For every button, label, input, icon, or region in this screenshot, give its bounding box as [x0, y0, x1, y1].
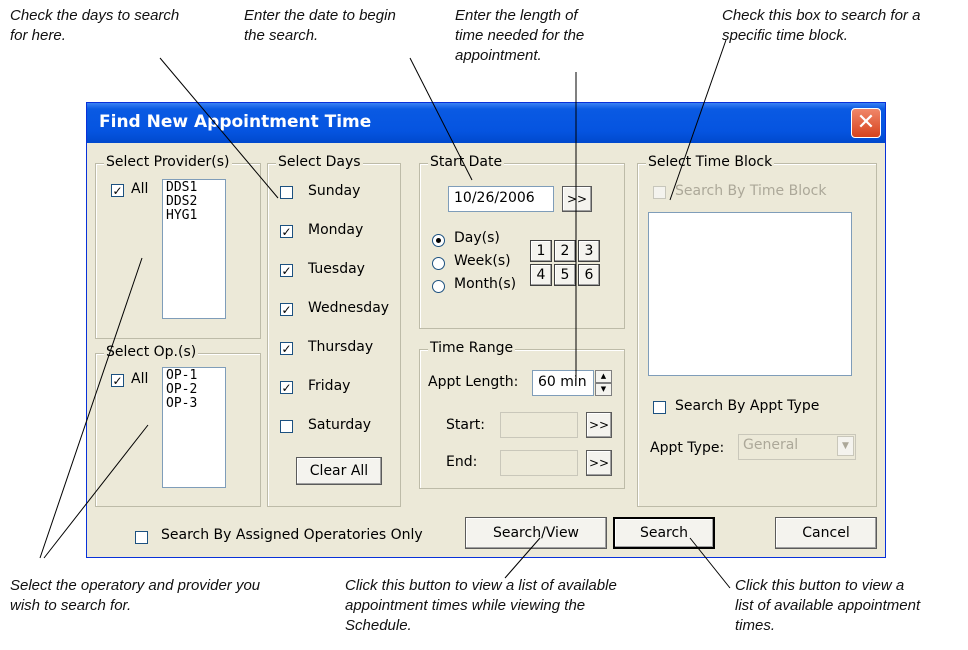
appt-type-label: Appt Type:	[650, 440, 725, 456]
operatory-list[interactable]: OP-1 OP-2 OP-3	[162, 367, 226, 488]
number-button-5[interactable]: 5	[554, 264, 576, 286]
day-wednesday-label: Wednesday	[308, 300, 390, 316]
time-block-group: Select Time Block Search By Time Block S…	[637, 154, 877, 507]
annotation-check-days: Check the days to search for here.	[10, 7, 180, 44]
time-block-legend: Select Time Block	[646, 154, 775, 170]
appt-length-input[interactable]: 60 min	[532, 370, 594, 396]
day-wednesday-checkbox[interactable]: ✓	[280, 303, 293, 316]
appt-type-select: General ▼	[738, 434, 856, 460]
annotation-time-block: Check this box to search for a specific t…	[722, 7, 921, 44]
list-item[interactable]: DDS2	[166, 195, 222, 209]
end-time-label: End:	[446, 454, 478, 470]
day-friday-checkbox[interactable]: ✓	[280, 381, 293, 394]
title-bar[interactable]: Find New Appointment Time ✕	[87, 103, 885, 143]
days-legend: Select Days	[276, 154, 363, 170]
appt-length-down-icon[interactable]: ▼	[595, 383, 612, 396]
day-sunday-checkbox[interactable]	[280, 186, 293, 199]
list-item[interactable]: HYG1	[166, 209, 222, 223]
search-view-button[interactable]: Search/View	[465, 517, 607, 549]
number-button-4[interactable]: 4	[530, 264, 552, 286]
find-appointment-dialog: Find New Appointment Time ✕ Select Provi…	[86, 102, 886, 558]
appt-length-up-icon[interactable]: ▲	[595, 370, 612, 383]
provider-list[interactable]: DDS1 DDS2 HYG1	[162, 179, 226, 319]
assigned-operatories-checkbox[interactable]	[135, 531, 148, 544]
annotation-appointment-length: Enter the length of time needed for the ap…	[455, 7, 585, 64]
list-item[interactable]: OP-2	[166, 383, 222, 397]
day-monday-checkbox[interactable]: ✓	[280, 225, 293, 238]
providers-all-checkbox[interactable]: ✓	[111, 184, 124, 197]
unit-day-label: Day(s)	[454, 230, 500, 246]
days-group: Select Days Sunday ✓ Monday ✓ Tuesday ✓ Wednes…	[267, 154, 401, 507]
start-time-label: Start:	[446, 417, 485, 433]
search-by-appt-type-checkbox[interactable]	[653, 401, 666, 414]
annotation-start-date: Enter the date to begin the search.	[244, 7, 396, 44]
annotation-search-view: Click this button to view a list of avai…	[345, 577, 617, 634]
appt-type-value: General	[743, 437, 799, 453]
search-by-appt-type-label: Search By Appt Type	[675, 398, 820, 414]
providers-group: Select Provider(s) ✓ All DDS1 DDS2 HYG1	[95, 154, 261, 339]
assigned-operatories-label: Search By Assigned Operatories Only	[161, 527, 423, 543]
appt-length-label: Appt Length:	[428, 374, 519, 390]
day-tuesday-checkbox[interactable]: ✓	[280, 264, 293, 277]
end-time-picker-button[interactable]: >>	[586, 450, 612, 476]
chevron-down-icon: ▼	[837, 436, 854, 456]
list-item[interactable]: OP-1	[166, 369, 222, 383]
search-button[interactable]: Search	[613, 517, 715, 549]
number-button-6[interactable]: 6	[578, 264, 600, 286]
unit-month-label: Month(s)	[454, 276, 517, 292]
time-range-legend: Time Range	[428, 340, 516, 356]
number-button-1[interactable]: 1	[530, 240, 552, 262]
number-button-3[interactable]: 3	[578, 240, 600, 262]
start-date-group: Start Date 10/26/2006 >> Day(s) Week(s) …	[419, 154, 625, 329]
start-time-picker-button[interactable]: >>	[586, 412, 612, 438]
operatories-legend: Select Op.(s)	[104, 344, 199, 360]
unit-day-radio[interactable]	[432, 234, 445, 247]
time-range-group: Time Range Appt Length: 60 min ▲ ▼ Start…	[419, 340, 625, 489]
start-date-input[interactable]: 10/26/2006	[448, 186, 554, 212]
annotation-search: Click this button to view a list of avail…	[735, 577, 921, 634]
start-date-picker-button[interactable]: >>	[562, 186, 592, 212]
unit-week-label: Week(s)	[454, 253, 511, 269]
providers-all-label: All	[131, 181, 149, 197]
close-icon[interactable]: ✕	[851, 108, 881, 138]
day-tuesday-label: Tuesday	[308, 261, 365, 277]
start-time-input	[500, 412, 578, 438]
day-saturday-checkbox[interactable]	[280, 420, 293, 433]
list-item[interactable]: OP-3	[166, 397, 222, 411]
annotation-operatory-provider: Select the operatory and provider you wis…	[10, 577, 261, 614]
list-item[interactable]: DDS1	[166, 181, 222, 195]
clear-all-button[interactable]: Clear All	[296, 457, 382, 485]
operatories-group: Select Op.(s) ✓ All OP-1 OP-2 OP-3	[95, 344, 261, 507]
day-thursday-checkbox[interactable]: ✓	[280, 342, 293, 355]
search-by-time-block-checkbox	[653, 186, 666, 199]
search-by-time-block-label: Search By Time Block	[675, 183, 827, 199]
start-date-legend: Start Date	[428, 154, 505, 170]
time-block-list[interactable]	[648, 212, 852, 376]
dialog-title: Find New Appointment Time	[99, 112, 372, 132]
end-time-input	[500, 450, 578, 476]
day-sunday-label: Sunday	[308, 183, 361, 199]
unit-week-radio[interactable]	[432, 257, 445, 270]
cancel-button[interactable]: Cancel	[775, 517, 877, 549]
day-thursday-label: Thursday	[308, 339, 374, 355]
day-saturday-label: Saturday	[308, 417, 372, 433]
day-monday-label: Monday	[308, 222, 364, 238]
operatories-all-label: All	[131, 371, 149, 387]
day-friday-label: Friday	[308, 378, 351, 394]
unit-month-radio[interactable]	[432, 280, 445, 293]
number-button-2[interactable]: 2	[554, 240, 576, 262]
providers-legend: Select Provider(s)	[104, 154, 232, 170]
operatories-all-checkbox[interactable]: ✓	[111, 374, 124, 387]
